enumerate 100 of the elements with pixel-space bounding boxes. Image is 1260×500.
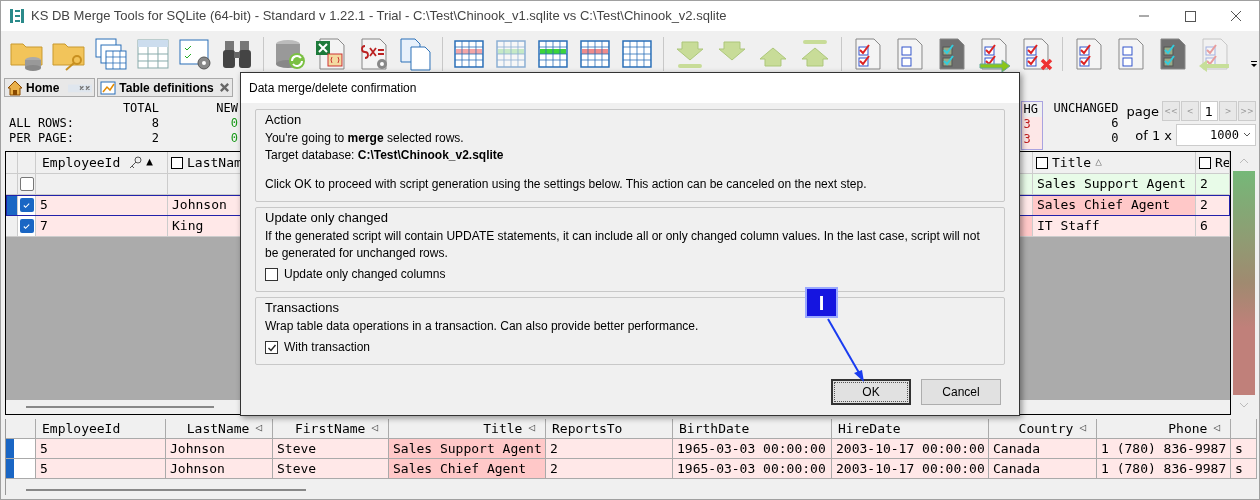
summary-value: 3	[1023, 117, 1031, 132]
dialog-text: You're going to merge selected rows.	[265, 130, 464, 147]
dialog-text: Wrap table data operations in a transaction. Can also provide better performance.	[265, 318, 699, 335]
header-label: Phone	[1168, 419, 1208, 438]
table-cell: Canada	[989, 459, 1097, 478]
summary-value: 3	[1023, 132, 1031, 147]
page-size-dropdown[interactable]: 1000	[1176, 124, 1256, 146]
header-label: Country	[1018, 419, 1074, 438]
filter-indicator[interactable]: ◁	[1079, 420, 1086, 437]
column-header[interactable]: LastName ◁	[166, 419, 273, 438]
column-header[interactable]: Title ◁	[389, 419, 546, 438]
column-header[interactable]: Title △	[1033, 152, 1196, 173]
table-cell: 2	[546, 439, 673, 458]
header-label: EmployeeId	[42, 153, 121, 172]
table-cell: 1 (780) 836-9987	[1097, 439, 1231, 458]
column-header[interactable]: Phone ◁	[1097, 419, 1231, 438]
group-title: Transactions	[265, 299, 339, 317]
house-icon	[7, 79, 23, 96]
page-label: page	[1126, 103, 1159, 119]
column-label: TOTAL	[122, 101, 159, 116]
checkmark-icon	[266, 342, 277, 353]
checklist-arrow-icon[interactable]	[976, 36, 1013, 72]
table-settings-icon[interactable]	[176, 36, 213, 72]
dialog-title: Data merge/delete confirmation	[249, 80, 417, 97]
scrollbar-thumb[interactable]	[26, 489, 306, 491]
table-cell: Johnson	[166, 439, 273, 458]
dialog-text: Target database: C:\Test\Chinook_v2.sqlite	[265, 147, 504, 164]
column-header[interactable]: EmployeeId	[36, 419, 166, 438]
checkbox[interactable]: With transaction	[265, 339, 371, 356]
summary-value: 0	[230, 131, 238, 146]
tab[interactable]: Home	[4, 78, 96, 97]
dialog-button[interactable]: Cancel	[921, 379, 1001, 405]
window-title: KS DB Merge Tools for SQLite (64-bit) - Standard v 1.22.1 - Trial - C:\Test\Chinook_v1.sqlite vs C:\Test\Chinook_v2.sqlite	[31, 7, 727, 26]
table-cell: 2003-10-17 00:00:00	[832, 459, 989, 478]
tables-icon[interactable]	[92, 36, 129, 72]
page-button[interactable]: 1	[1200, 101, 1218, 121]
row-label: PER PAGE:	[9, 131, 76, 146]
tab[interactable]: Table definitions	[97, 78, 233, 97]
copy-documents-icon[interactable]	[397, 36, 434, 72]
scrollbar-thumb[interactable]	[26, 406, 214, 408]
table-cell: IT Staff	[1033, 216, 1196, 236]
dialog-button[interactable]: OK	[831, 379, 911, 405]
header-label: LastName	[186, 419, 250, 438]
summary-value: 8	[151, 116, 159, 131]
summary-value: 0	[1111, 131, 1119, 146]
table-cell: 2	[1196, 195, 1230, 215]
table-cell: Johnson	[166, 459, 273, 478]
column-header[interactable]: Re	[1196, 152, 1230, 173]
table-cell: 2	[546, 459, 673, 478]
tab-label: Home	[26, 79, 60, 97]
header-label: LastNam	[187, 153, 242, 172]
header-label: BirthDate	[679, 419, 750, 438]
sort-indicator[interactable]: ▲	[146, 154, 153, 171]
checkmark-icon	[22, 221, 31, 231]
table-cell: 1965-03-03 00:00:00	[673, 459, 832, 478]
close-icon[interactable]	[218, 82, 230, 93]
filter-indicator[interactable]: ◁	[528, 420, 535, 437]
filter-indicator[interactable]: ◁	[1213, 420, 1220, 437]
column-header[interactable]: BirthDate	[673, 419, 832, 438]
checkbox[interactable]: Update only changed columns	[265, 266, 446, 283]
checkbox[interactable]	[171, 156, 183, 169]
row-indicator[interactable]	[6, 195, 18, 215]
filter-indicator[interactable]: ◁	[255, 420, 262, 437]
checkbox[interactable]	[1199, 156, 1211, 169]
app-logo-icon	[9, 8, 25, 24]
header-label: HireDate	[838, 419, 901, 438]
select-table-icon[interactable]	[134, 36, 171, 72]
table-cell: 1965-03-03 00:00:00	[673, 439, 832, 458]
filter-indicator[interactable]: ◁	[371, 420, 378, 437]
step-marker: I	[805, 287, 838, 318]
column-header[interactable]: Country ◁	[989, 419, 1097, 438]
tab-label: Table definitions	[119, 79, 214, 97]
column-header[interactable]: FirstName ◁	[273, 419, 389, 438]
checkbox[interactable]	[1036, 156, 1048, 169]
overflow-icon[interactable]	[1249, 59, 1260, 69]
column-label: UNCHANGED	[1053, 101, 1119, 116]
table-cell: 1 (780) 836-9987	[1097, 459, 1231, 478]
summary-value: 6	[1111, 116, 1119, 131]
table-cell: 7	[36, 216, 168, 236]
header-label: EmployeeId	[42, 419, 121, 438]
column-header[interactable]: HireDate	[832, 419, 989, 438]
column-label: NEW	[216, 101, 238, 116]
summary-value: 2	[151, 131, 159, 146]
column-header[interactable]: EmployeeId ▲	[36, 152, 168, 173]
chart-icon	[100, 79, 117, 96]
table-cell: s	[1231, 439, 1257, 458]
sort-indicator[interactable]: △	[1095, 154, 1102, 171]
header-label: Title	[1052, 153, 1092, 172]
header-label: Re	[1215, 153, 1229, 172]
header-label: FirstName	[294, 419, 366, 438]
table-cell: Sales Chief Agent	[1033, 195, 1196, 215]
chevron-down-icon	[1243, 132, 1251, 138]
column-header[interactable]: ReportsTo	[546, 419, 673, 438]
table-cell: Sales Support Agent	[389, 439, 546, 458]
table-cell: 5	[36, 459, 166, 478]
dialog-text: Click OK to proceed with script generation using the settings below. This action can be canceled on the next step.	[265, 176, 867, 193]
table-cell: Sales Chief Agent	[389, 459, 546, 478]
table-cell: Steve	[273, 439, 389, 458]
table-cell: 2003-10-17 00:00:00	[832, 439, 989, 458]
page-count-label: of 1 x	[1135, 127, 1172, 143]
